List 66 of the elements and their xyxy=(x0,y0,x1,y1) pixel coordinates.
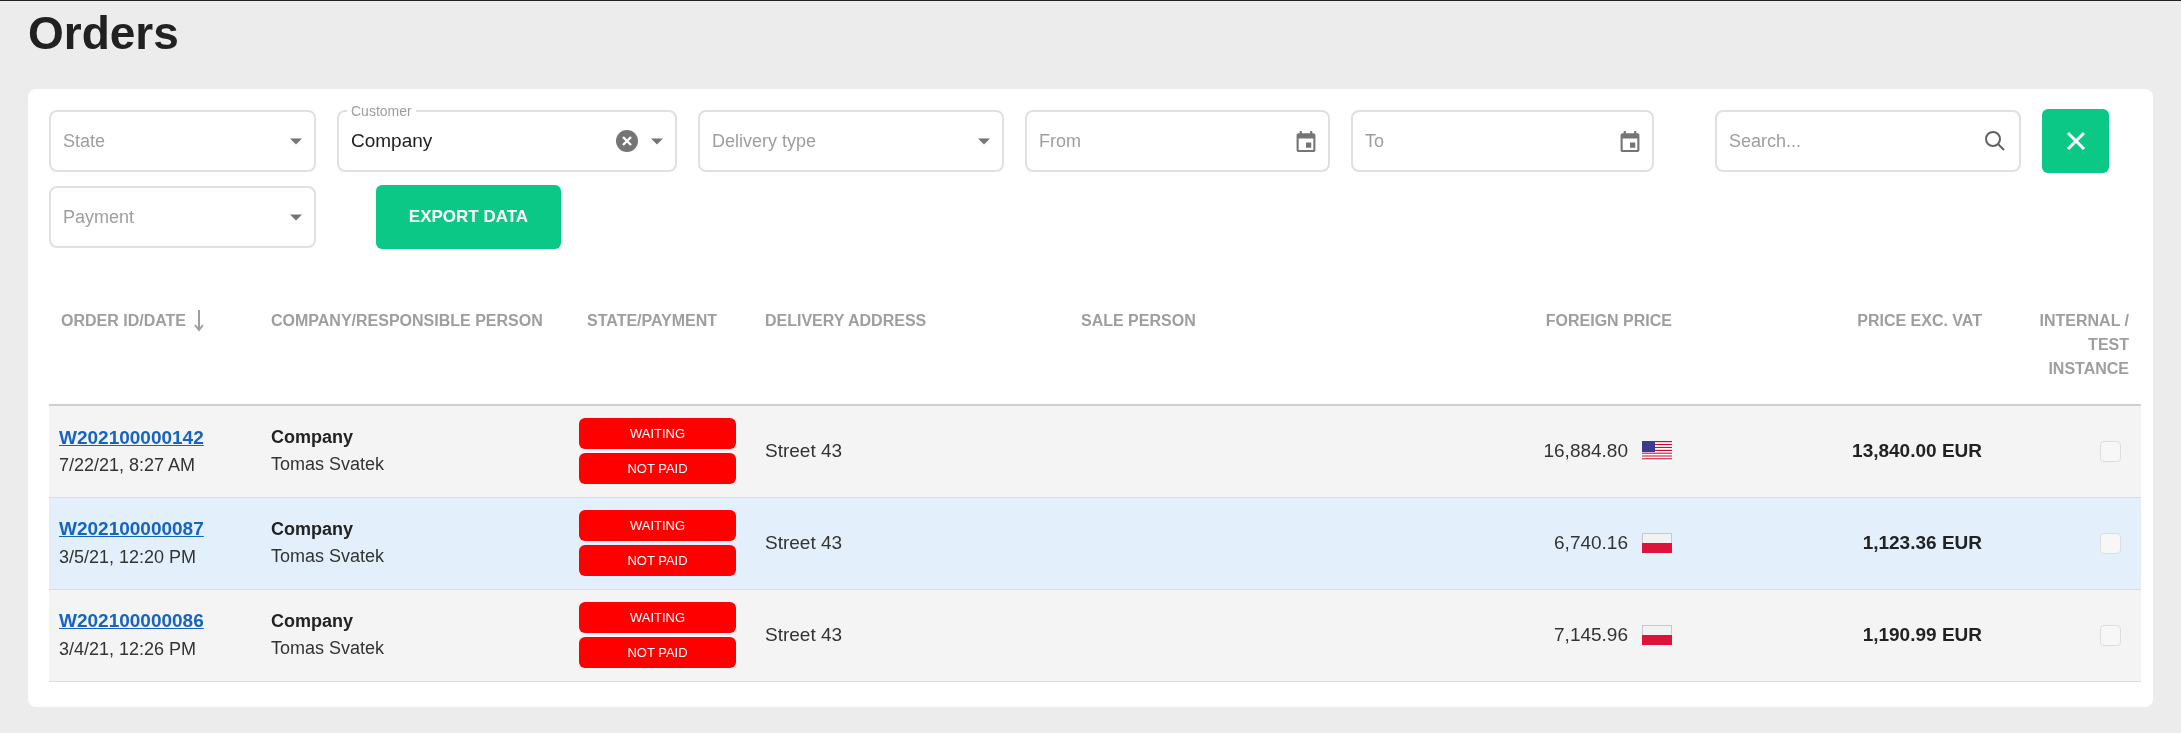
dropdown-caret-icon xyxy=(290,137,302,145)
column-header[interactable]: SALE PERSON xyxy=(1069,289,1269,405)
delivery-address: Street 43 xyxy=(765,440,843,461)
order-row[interactable]: W202100000086 3/4/21, 12:26 PM Company Tomas Svatek WAITING NOT PAID Street 43 7,145.96 1,190.99 EUR xyxy=(49,589,2141,681)
delivery-address: Street 43 xyxy=(765,623,843,645)
column-header[interactable]: STATE/PAYMENT xyxy=(575,289,753,405)
responsible-person: Tomas Svatek xyxy=(271,453,386,477)
order-row[interactable]: W202100000142 7/22/21, 8:27 AM Company Tomas Svatek WAITING NOT PAID Street 43 16,884.80 13,840.00 EUR xyxy=(49,405,2141,497)
price-exc-vat: 13,840.00 EUR xyxy=(1852,440,1982,461)
payment-badge: NOT PAID xyxy=(579,453,736,485)
search-field[interactable]: Search... xyxy=(1715,110,2021,172)
select-field[interactable]: Payment xyxy=(49,186,316,248)
responsible-person: Tomas Svatek xyxy=(271,545,386,568)
company-name: Company xyxy=(271,610,354,633)
dropdown-caret-icon xyxy=(651,137,663,145)
foreign-price: 7,145.96 xyxy=(1554,622,1628,647)
flag-icon xyxy=(1642,533,1672,553)
field-placeholder: Delivery type xyxy=(712,129,818,153)
close-icon xyxy=(2065,131,2086,151)
company-name: Company xyxy=(271,426,354,450)
order-id-link[interactable]: W202100000086 xyxy=(59,607,249,636)
state-badge: WAITING xyxy=(579,510,736,541)
column-header[interactable]: COMPANY/RESPONSIBLE PERSON xyxy=(259,289,575,405)
dropdown-caret-icon xyxy=(978,137,990,145)
price-exc-vat: 1,190.99 EUR xyxy=(1862,623,1982,645)
flag-icon xyxy=(1642,441,1672,462)
payment-badge: NOT PAID xyxy=(579,637,736,668)
state-badge: WAITING xyxy=(579,602,736,633)
page-title: Orders xyxy=(28,6,180,61)
payment-badge: NOT PAID xyxy=(579,545,736,576)
price-exc-vat: 1,123.36 EUR xyxy=(1862,531,1982,553)
select-field[interactable]: Delivery type xyxy=(698,110,1004,172)
dropdown-caret-icon xyxy=(290,213,302,221)
sort-arrow-icon xyxy=(194,310,205,332)
column-header[interactable]: INTERNAL / TEST INSTANCE xyxy=(1994,289,2141,405)
select-field[interactable]: State xyxy=(49,110,316,172)
company-name: Company xyxy=(271,518,354,541)
column-header[interactable]: FOREIGN PRICE xyxy=(1269,289,1684,405)
field-placeholder: Search... xyxy=(1729,129,1803,153)
order-id-link[interactable]: W202100000087 xyxy=(59,515,249,544)
foreign-price: 6,740.16 xyxy=(1554,530,1628,555)
field-placeholder: From xyxy=(1039,129,1082,153)
field-placeholder: Payment xyxy=(63,205,136,229)
order-date: 7/22/21, 8:27 AM xyxy=(59,454,197,477)
column-header[interactable]: DELIVERY ADDRESS xyxy=(753,289,1069,405)
order-date: 3/4/21, 12:26 PM xyxy=(59,637,198,661)
field-placeholder: To xyxy=(1365,129,1385,153)
flag-icon xyxy=(1642,625,1672,645)
field-placeholder: State xyxy=(63,129,107,153)
delivery-address: Street 43 xyxy=(765,531,843,553)
export-data-button[interactable]: EXPORT DATA xyxy=(376,185,561,249)
search-icon xyxy=(1983,129,2007,153)
date-field[interactable]: To xyxy=(1351,110,1654,172)
order-date: 3/5/21, 12:20 PM xyxy=(59,545,198,569)
state-badge: WAITING xyxy=(579,418,736,450)
order-id-link[interactable]: W202100000142 xyxy=(59,423,249,452)
responsible-person: Tomas Svatek xyxy=(271,637,386,660)
foreign-price: 16,884.80 xyxy=(1543,439,1628,463)
calendar-icon xyxy=(1296,130,1316,152)
calendar-icon xyxy=(1620,130,1640,152)
column-header[interactable]: ORDER ID/DATE xyxy=(49,289,259,405)
column-header[interactable]: PRICE EXC. VAT xyxy=(1684,289,1994,405)
clear-filters-button[interactable] xyxy=(2042,109,2109,173)
clear-icon[interactable] xyxy=(615,129,639,153)
date-field[interactable]: From xyxy=(1025,110,1330,172)
field-value: Company xyxy=(351,128,434,153)
